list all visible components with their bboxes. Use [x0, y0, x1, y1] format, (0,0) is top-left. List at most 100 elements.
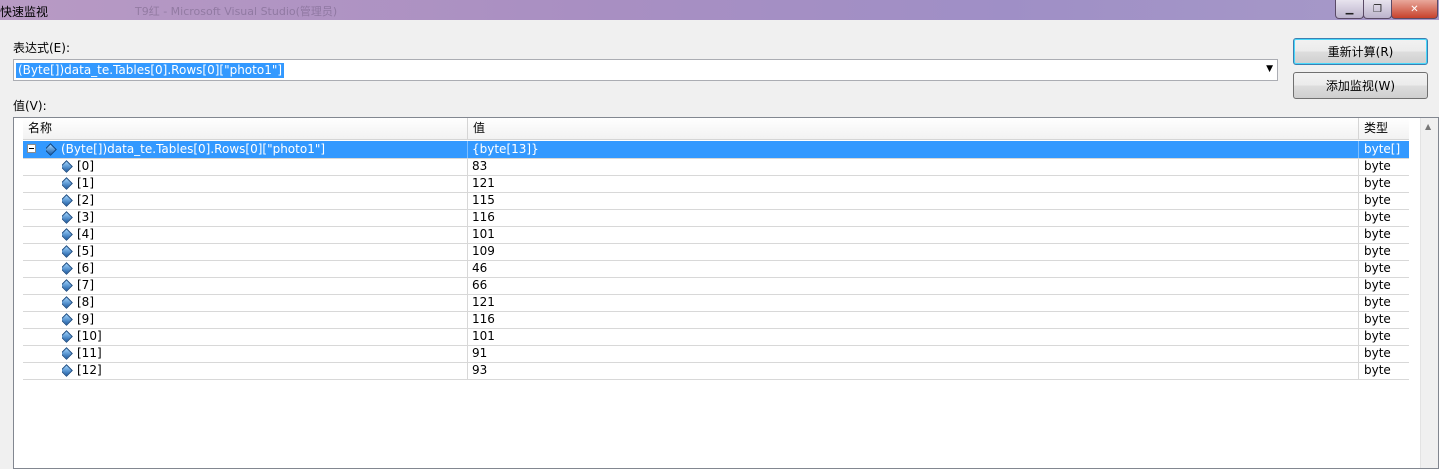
table-row[interactable]: [8] 121 byte	[23, 294, 1409, 312]
close-button[interactable]: ✕	[1391, 0, 1438, 19]
column-divider	[467, 328, 468, 345]
column-divider	[1358, 209, 1359, 226]
element-name: [8]	[77, 295, 94, 309]
element-type: byte	[1364, 312, 1391, 326]
minimize-button[interactable]: ▁	[1335, 0, 1364, 19]
element-value: 115	[472, 193, 495, 207]
element-type: byte	[1364, 278, 1391, 292]
field-diamond-icon	[62, 211, 73, 224]
grid-header: 名称 值 类型	[23, 118, 1409, 140]
column-divider	[467, 260, 468, 277]
title-bar: 快速监视 T9红 - Microsoft Visual Studio(管理员) …	[0, 0, 1439, 20]
element-name: [5]	[77, 244, 94, 258]
element-name-cell: [4]	[62, 226, 94, 243]
table-row[interactable]: [11] 91 byte	[23, 345, 1409, 363]
element-value: 116	[472, 312, 495, 326]
watch-grid[interactable]: 名称 值 类型 (Byte[])data_te.Tables[0].Rows[0…	[13, 117, 1439, 469]
add-watch-button[interactable]: 添加监视(W)	[1293, 72, 1428, 99]
element-type: byte	[1364, 210, 1391, 224]
field-diamond-icon	[62, 296, 73, 309]
field-diamond-icon	[62, 347, 73, 360]
column-divider	[1358, 192, 1359, 209]
element-name: [12]	[77, 363, 102, 377]
element-type: byte	[1364, 346, 1391, 360]
table-row[interactable]: [6] 46 byte	[23, 260, 1409, 278]
column-divider	[1358, 345, 1359, 362]
expression-input[interactable]: (Byte[])data_te.Tables[0].Rows[0]["photo…	[16, 63, 285, 78]
field-diamond-icon	[62, 160, 73, 173]
column-divider	[467, 141, 468, 158]
column-divider	[1358, 158, 1359, 175]
vertical-scrollbar[interactable]: ▲	[1420, 118, 1438, 468]
element-value: 116	[472, 210, 495, 224]
scroll-up-icon[interactable]: ▲	[1425, 122, 1431, 131]
element-type: byte	[1364, 295, 1391, 309]
window-title: 快速监视	[0, 5, 49, 19]
expression-combobox[interactable]: (Byte[])data_te.Tables[0].Rows[0]["photo…	[13, 59, 1278, 81]
element-value: 121	[472, 176, 495, 190]
column-header-type[interactable]: 类型	[1359, 118, 1409, 139]
table-row[interactable]: [4] 101 byte	[23, 226, 1409, 244]
field-diamond-icon	[62, 279, 73, 292]
element-name: [10]	[77, 329, 102, 343]
element-name-cell: [7]	[62, 277, 94, 294]
recalculate-button[interactable]: 重新计算(R)	[1293, 38, 1428, 65]
element-value: 83	[472, 159, 488, 173]
element-name: [2]	[77, 193, 94, 207]
element-name-cell: [12]	[62, 362, 102, 379]
table-row[interactable]: [12] 93 byte	[23, 362, 1409, 380]
table-row[interactable]: [10] 101 byte	[23, 328, 1409, 346]
column-divider	[467, 362, 468, 379]
element-type: byte	[1364, 227, 1391, 241]
element-name: [11]	[77, 346, 102, 360]
element-name-cell: [8]	[62, 294, 94, 311]
column-divider	[467, 158, 468, 175]
table-row[interactable]: [9] 116 byte	[23, 311, 1409, 329]
element-name: [9]	[77, 312, 94, 326]
table-row[interactable]: [0] 83 byte	[23, 158, 1409, 176]
element-name-cell: [6]	[62, 260, 94, 277]
element-name: [4]	[77, 227, 94, 241]
field-diamond-icon	[62, 194, 73, 207]
column-divider	[467, 311, 468, 328]
element-value: 46	[472, 261, 488, 275]
field-diamond-icon	[62, 245, 73, 258]
table-row[interactable]: [5] 109 byte	[23, 243, 1409, 261]
collapse-minus-icon[interactable]	[27, 144, 36, 153]
root-name: (Byte[])data_te.Tables[0].Rows[0]["photo…	[61, 142, 326, 156]
element-type: byte	[1364, 329, 1391, 343]
background-window-title: T9红 - Microsoft Visual Studio(管理员)	[135, 5, 338, 18]
column-header-name[interactable]: 名称	[23, 118, 468, 139]
table-row[interactable]: [3] 116 byte	[23, 209, 1409, 227]
table-row-root[interactable]: (Byte[])data_te.Tables[0].Rows[0]["photo…	[23, 141, 1409, 159]
element-name-cell: [11]	[62, 345, 102, 362]
column-divider	[1358, 362, 1359, 379]
column-divider	[1358, 294, 1359, 311]
column-divider	[1358, 277, 1359, 294]
column-divider	[1358, 328, 1359, 345]
element-name: [1]	[77, 176, 94, 190]
column-divider	[1358, 260, 1359, 277]
value-label: 值(V):	[13, 99, 47, 113]
field-diamond-icon	[62, 330, 73, 343]
element-name: [0]	[77, 159, 94, 173]
field-diamond-icon	[62, 313, 73, 326]
element-type: byte	[1364, 159, 1391, 173]
column-divider	[467, 175, 468, 192]
minimize-icon: ▁	[1345, 3, 1354, 15]
element-name: [3]	[77, 210, 94, 224]
element-name-cell: [10]	[62, 328, 102, 345]
field-diamond-icon	[62, 262, 73, 275]
maximize-button[interactable]: ❐	[1363, 0, 1392, 19]
table-row[interactable]: [7] 66 byte	[23, 277, 1409, 295]
table-row[interactable]: [1] 121 byte	[23, 175, 1409, 193]
column-header-value[interactable]: 值	[468, 118, 1359, 139]
root-value: {byte[13]}	[472, 142, 539, 156]
column-divider	[467, 209, 468, 226]
element-value: 101	[472, 329, 495, 343]
column-divider	[467, 294, 468, 311]
column-divider	[467, 277, 468, 294]
dropdown-arrow-icon[interactable]: ▼	[1266, 64, 1273, 74]
table-row[interactable]: [2] 115 byte	[23, 192, 1409, 210]
element-value: 109	[472, 244, 495, 258]
